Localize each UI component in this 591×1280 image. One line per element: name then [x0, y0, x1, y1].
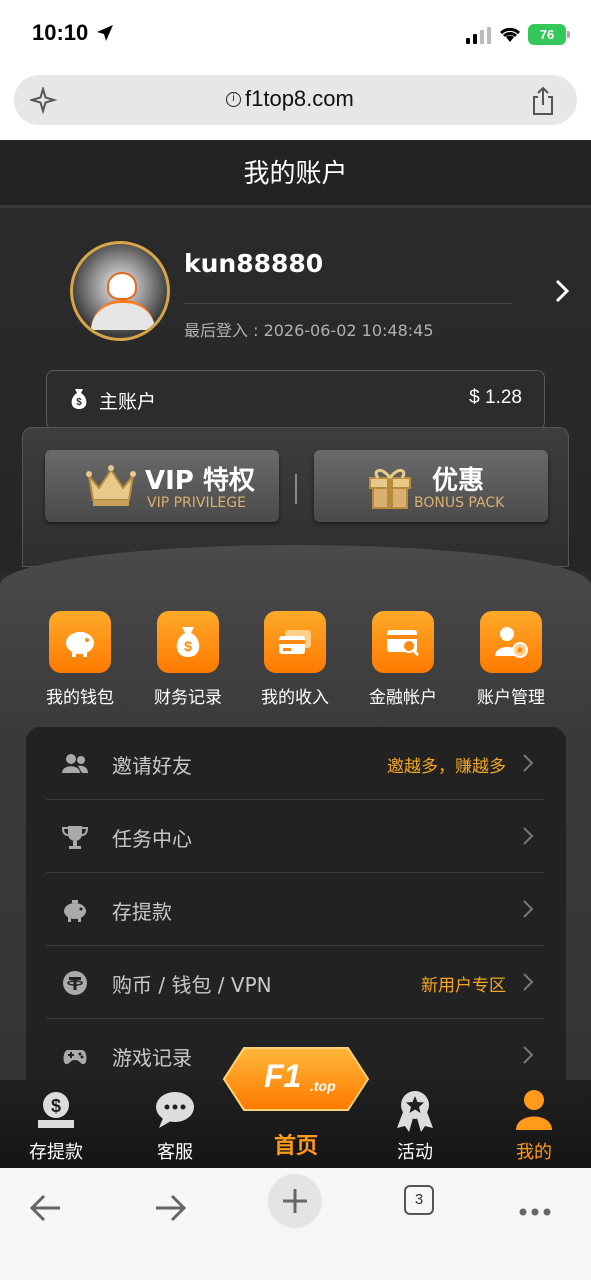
profile-divider	[184, 303, 512, 304]
user-icon	[516, 1090, 552, 1130]
chevron-right-icon	[523, 827, 534, 845]
vip-subtitle: VIP PRIVILEGE	[147, 495, 246, 511]
tab-service[interactable]: 客服	[125, 1088, 225, 1164]
chat-icon	[156, 1092, 194, 1128]
menu-label: 任务中心	[112, 827, 192, 851]
menu-item-deposit-withdraw[interactable]: 存提款	[46, 873, 544, 946]
bonus-subtitle: BONUS PACK	[414, 495, 505, 511]
signal-icon	[466, 27, 491, 44]
profile-section: kun88880 最后登入 : 2026-06-02 10:48:45 $ 主账…	[0, 211, 591, 571]
piggy-bank-icon	[49, 611, 111, 673]
menu-item-invite[interactable]: 邀请好友 邀越多，赚越多	[46, 727, 544, 800]
tabs-count-button[interactable]: 3	[404, 1185, 434, 1215]
sparkle-icon[interactable]	[30, 87, 58, 115]
wifi-icon	[499, 27, 521, 42]
quick-action-records[interactable]: $ 财务记录	[138, 611, 238, 708]
chevron-right-icon	[523, 973, 534, 991]
svg-text:$: $	[184, 638, 192, 654]
more-icon[interactable]	[507, 1180, 563, 1236]
new-tab-button[interactable]	[268, 1174, 322, 1228]
username: kun88880	[184, 249, 324, 278]
plus-icon	[283, 1189, 307, 1213]
menu-label: 存提款	[112, 900, 172, 924]
forward-arrow-icon[interactable]	[142, 1180, 198, 1236]
url-text[interactable]: f1top8.com	[245, 86, 354, 112]
cards-icon	[264, 611, 326, 673]
tab-label: 我的	[516, 1142, 552, 1163]
browser-bottom-toolbar: 3	[0, 1168, 591, 1280]
piggy-icon	[64, 900, 86, 922]
chevron-right-icon	[523, 900, 534, 918]
quick-actions: 我的钱包 $ 财务记录 我的收入 金融帐户 账户管理	[0, 611, 591, 711]
avatar[interactable]	[70, 241, 170, 341]
browser-top-bar: i f1top8.com	[0, 68, 591, 140]
gift-icon	[369, 469, 411, 509]
menu-label: 购币 / 钱包 / VPN	[112, 973, 272, 997]
battery-indicator: 76	[528, 24, 566, 45]
quick-action-label: 我的钱包	[46, 688, 114, 708]
back-arrow-icon[interactable]	[18, 1180, 74, 1236]
chevron-right-icon	[523, 754, 534, 772]
avatar-car	[91, 300, 155, 330]
avatar-helmet	[107, 272, 137, 300]
page-title: 我的账户	[0, 140, 591, 208]
url-bar[interactable]: i f1top8.com	[14, 75, 577, 125]
home-logo-sub: .top	[310, 1078, 336, 1094]
menu-label: 邀请好友	[112, 754, 192, 778]
quick-action-wallet[interactable]: 我的钱包	[30, 611, 130, 708]
main-account-balance: $ 1.28	[469, 387, 522, 408]
battery-nub	[567, 31, 570, 38]
promo-separator	[295, 474, 297, 504]
medal-icon	[397, 1091, 433, 1132]
menu-item-tasks[interactable]: 任务中心	[46, 800, 544, 873]
share-icon[interactable]	[530, 86, 556, 116]
bonus-title: 优惠	[432, 466, 485, 496]
user-settings-icon	[480, 611, 542, 673]
chevron-right-icon	[523, 1046, 534, 1064]
location-arrow-icon	[97, 25, 113, 41]
card-search-icon	[372, 611, 434, 673]
menu-hint: 新用户专区	[421, 976, 506, 996]
chevron-right-icon[interactable]	[552, 277, 572, 305]
tab-label: 存提款	[29, 1142, 83, 1163]
tab-label: 活动	[397, 1142, 433, 1163]
deposit-icon: $	[38, 1092, 74, 1128]
quick-action-label: 账户管理	[477, 688, 545, 708]
status-bar: 10:10 76	[0, 0, 591, 68]
users-icon	[62, 754, 88, 773]
menu-hint: 邀越多，赚越多	[387, 757, 506, 777]
crown-icon	[86, 465, 136, 506]
tab-events[interactable]: 活动	[365, 1088, 465, 1164]
tab-mine[interactable]: 我的	[484, 1088, 584, 1164]
tab-label: 客服	[157, 1142, 193, 1163]
tether-icon	[63, 971, 87, 995]
money-bag-icon: $	[71, 389, 87, 409]
status-time: 10:10	[32, 20, 89, 45]
tab-deposit[interactable]: $ 存提款	[6, 1088, 106, 1164]
menu-item-buy-coin[interactable]: 购币 / 钱包 / VPN 新用户专区	[46, 946, 544, 1019]
trophy-icon	[62, 826, 88, 849]
menu-label: 游戏记录	[112, 1046, 192, 1070]
main-account-label: 主账户	[99, 391, 157, 413]
money-bag-icon: $	[157, 611, 219, 673]
quick-action-account-manage[interactable]: 账户管理	[461, 611, 561, 708]
quick-action-finance[interactable]: 金融帐户	[353, 611, 453, 708]
quick-action-label: 金融帐户	[369, 688, 437, 708]
bonus-pack-button[interactable]: 优惠 BONUS PACK	[314, 450, 548, 522]
main-account-card: $ 主账户 $ 1.28	[46, 370, 545, 430]
vip-privilege-button[interactable]: VIP 特权 VIP PRIVILEGE	[45, 450, 279, 522]
quick-action-label: 财务记录	[154, 688, 222, 708]
home-logo-text: F1	[264, 1058, 302, 1094]
svg-text:$: $	[51, 1096, 61, 1116]
last-login: 最后登入 : 2026-06-02 10:48:45	[184, 321, 434, 340]
quick-action-income[interactable]: 我的收入	[245, 611, 345, 708]
svg-text:$: $	[76, 397, 82, 408]
tab-home-label[interactable]: 首页	[246, 1128, 346, 1160]
gamepad-icon	[63, 1050, 87, 1065]
quick-action-label: 我的收入	[261, 688, 329, 708]
vip-title: VIP 特权	[145, 466, 255, 496]
info-icon: i	[226, 92, 241, 107]
